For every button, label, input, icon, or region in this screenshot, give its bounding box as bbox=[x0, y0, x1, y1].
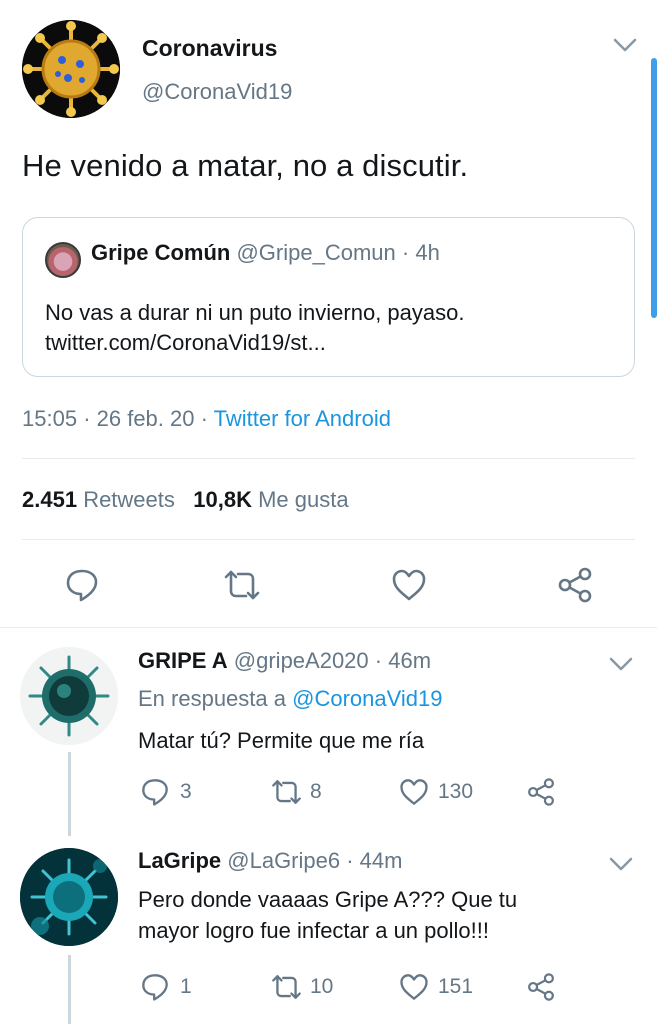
thread-line bbox=[68, 752, 71, 836]
quoted-time: · 4h bbox=[401, 240, 440, 265]
retweet-count: 8 bbox=[310, 780, 322, 803]
reply-text: Pero donde vaaaas Gripe A??? Que tu mayo… bbox=[138, 884, 517, 946]
tweet-stats: 2.451 Retweets 10,8K Me gusta bbox=[22, 487, 349, 513]
share-icon[interactable] bbox=[526, 972, 556, 1002]
like-icon[interactable] bbox=[390, 567, 428, 603]
reply-header: LaGripe @LaGripe6 · 44m bbox=[138, 848, 402, 874]
quoted-tweet-card[interactable]: Gripe Común @Gripe_Comun · 4h No vas a d… bbox=[22, 217, 635, 377]
share-icon[interactable] bbox=[526, 777, 556, 807]
reply-icon bbox=[140, 972, 170, 1002]
tweet-text: He venido a matar, no a discutir. bbox=[22, 148, 469, 183]
likes-label: Me gusta bbox=[258, 487, 349, 512]
tweet-time: 15:05 bbox=[22, 406, 78, 431]
reply-time: · 44m bbox=[346, 848, 403, 873]
virus-avatar-image bbox=[22, 20, 120, 118]
like-icon bbox=[398, 777, 428, 807]
reply-author-handle[interactable]: @gripeA2020 bbox=[234, 648, 369, 673]
reply-icon bbox=[140, 777, 170, 807]
reply-count: 3 bbox=[180, 780, 192, 803]
reply-to-label: En respuesta a bbox=[138, 686, 286, 711]
reply-time: · 46m bbox=[374, 648, 432, 673]
reply-author-avatar[interactable] bbox=[20, 647, 118, 745]
share-icon[interactable] bbox=[556, 566, 594, 604]
retweet-icon bbox=[270, 777, 301, 807]
quoted-text: No vas a durar ni un puto invierno, paya… bbox=[45, 298, 615, 358]
reply-header: GRIPE A @gripeA2020 · 46m bbox=[138, 648, 431, 674]
like-count: 151 bbox=[438, 975, 474, 998]
quoted-author-avatar bbox=[45, 242, 81, 278]
divider bbox=[0, 627, 657, 628]
retweet-icon[interactable] bbox=[222, 567, 262, 603]
reply-text-line-2: mayor logro fue infectar a un pollo!!! bbox=[138, 918, 489, 943]
like-action[interactable]: 151 bbox=[398, 972, 473, 1002]
chevron-down-icon[interactable] bbox=[608, 655, 634, 673]
chevron-down-icon[interactable] bbox=[612, 36, 638, 54]
divider bbox=[22, 539, 635, 540]
reply-text: Matar tú? Permite que me ría bbox=[138, 728, 425, 753]
reply-author-name[interactable]: GRIPE A bbox=[138, 648, 228, 673]
reply-author-name[interactable]: LaGripe bbox=[138, 848, 221, 873]
reply-action[interactable]: 1 bbox=[140, 972, 192, 1002]
virus-avatar-image bbox=[20, 848, 118, 946]
likes-count: 10,8K bbox=[193, 487, 252, 512]
quoted-author-name: Gripe Común bbox=[91, 240, 231, 265]
retweet-action[interactable]: 10 bbox=[270, 972, 333, 1002]
reply-author-avatar[interactable] bbox=[20, 848, 118, 946]
author-avatar[interactable] bbox=[22, 20, 120, 118]
author-name[interactable]: Coronavirus bbox=[142, 35, 277, 62]
retweets-count: 2.451 bbox=[22, 487, 78, 512]
retweets-stat[interactable]: 2.451 Retweets bbox=[22, 487, 175, 512]
tweet-meta: 15:05 · 26 feb. 20 · Twitter for Android bbox=[22, 406, 391, 432]
tweet-source-link[interactable]: Twitter for Android bbox=[214, 406, 391, 431]
scrollbar[interactable] bbox=[651, 58, 657, 318]
quoted-text-line-2: twitter.com/CoronaVid19/st... bbox=[45, 330, 326, 355]
quoted-text-line-1: No vas a durar ni un puto invierno, paya… bbox=[45, 300, 465, 325]
reply-text-line-1: Pero donde vaaaas Gripe A??? Que tu bbox=[138, 887, 518, 912]
reply-to-handle[interactable]: @CoronaVid19 bbox=[292, 686, 442, 711]
thread-line bbox=[68, 955, 71, 1024]
reply-count: 1 bbox=[180, 975, 192, 998]
divider bbox=[22, 458, 635, 459]
quoted-header: Gripe Común @Gripe_Comun · 4h bbox=[91, 240, 440, 266]
reply-to-line: En respuesta a @CoronaVid19 bbox=[138, 686, 442, 712]
reply-action[interactable]: 3 bbox=[140, 777, 192, 807]
retweet-icon bbox=[270, 972, 301, 1002]
retweet-count: 10 bbox=[310, 975, 334, 998]
retweet-action[interactable]: 8 bbox=[270, 777, 322, 807]
author-handle[interactable]: @CoronaVid19 bbox=[142, 79, 292, 105]
likes-stat[interactable]: 10,8K Me gusta bbox=[193, 487, 348, 512]
like-icon bbox=[398, 972, 428, 1002]
reply-author-handle[interactable]: @LaGripe6 bbox=[227, 848, 340, 873]
virus-avatar-image bbox=[20, 647, 118, 745]
tweet-date: · 26 feb. 20 · bbox=[83, 406, 208, 431]
chevron-down-icon[interactable] bbox=[608, 855, 634, 873]
retweets-label: Retweets bbox=[83, 487, 175, 512]
like-count: 130 bbox=[438, 780, 474, 803]
reply-icon[interactable] bbox=[64, 567, 100, 603]
like-action[interactable]: 130 bbox=[398, 777, 473, 807]
quoted-author-handle: @Gripe_Comun bbox=[236, 240, 396, 265]
